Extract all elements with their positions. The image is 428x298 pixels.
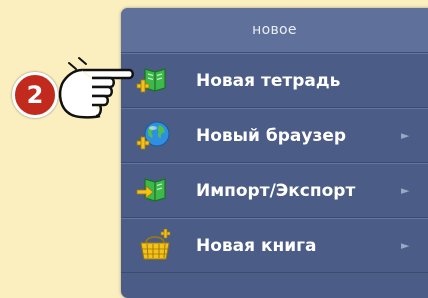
context-menu: новое Новая тетрадь Новый браузер ► Импо… (121, 8, 428, 298)
new-notebook-icon (135, 64, 175, 98)
step-number: 2 (26, 81, 44, 109)
menu-item-import-export[interactable]: Импорт/Экспорт ► (121, 163, 428, 218)
step-number-badge: 2 (12, 72, 58, 118)
menu-item-label: Импорт/Экспорт (196, 180, 356, 201)
submenu-arrow-icon: ► (401, 184, 410, 197)
menu-item-label: Новый браузер (196, 125, 347, 146)
new-browser-globe-icon (135, 119, 175, 153)
menu-item-new-notebook[interactable]: Новая тетрадь (121, 53, 428, 108)
menu-item-label: Новая книга (196, 235, 317, 256)
new-book-basket-icon (135, 228, 175, 263)
menu-header: новое (121, 8, 428, 53)
menu-item-new-book[interactable]: Новая книга ► (121, 218, 428, 273)
menu-item-label: Новая тетрадь (196, 70, 341, 91)
submenu-arrow-icon: ► (401, 129, 410, 142)
import-export-icon (135, 174, 175, 208)
pointing-hand-icon (52, 52, 137, 124)
submenu-arrow-icon: ► (401, 239, 410, 252)
menu-header-label: новое (252, 22, 297, 38)
menu-item-new-browser[interactable]: Новый браузер ► (121, 108, 428, 163)
